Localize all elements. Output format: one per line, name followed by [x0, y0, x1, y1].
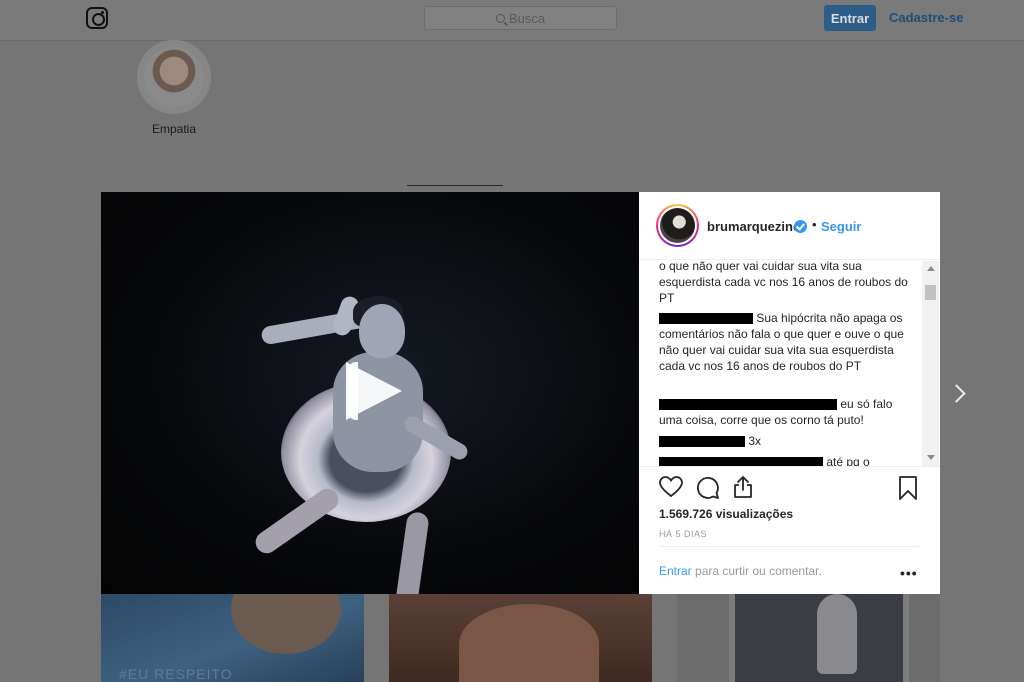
comment-item: eu só falo uma coisa, corre que os corno… — [659, 396, 914, 428]
follow-button[interactable]: Seguir — [821, 219, 861, 234]
thumbnail-image — [459, 604, 599, 682]
grid-thumbnail[interactable] — [677, 594, 940, 682]
thumbnail-figure — [817, 594, 857, 674]
comment-text: o que não quer vai cuidar sua vita sua e… — [659, 261, 908, 305]
redacted-username — [659, 457, 823, 466]
verified-badge-icon — [794, 220, 807, 233]
video-subject — [359, 304, 405, 358]
scroll-up-arrow-icon[interactable] — [927, 266, 935, 271]
play-icon[interactable] — [346, 362, 402, 420]
post-actions: 1.569.726 visualizações HÁ 5 DIAS Entrar… — [639, 466, 940, 594]
scroll-down-arrow-icon[interactable] — [927, 455, 935, 460]
story-highlight-label: Empatia — [151, 122, 197, 136]
login-prompt-text: para curtir ou comentar. — [695, 564, 822, 578]
next-post-arrow-icon[interactable] — [948, 382, 968, 406]
redacted-username — [659, 313, 753, 325]
divider — [659, 546, 919, 547]
comment-item: o que não quer vai cuidar sua vita sua e… — [659, 261, 914, 306]
more-options-icon[interactable]: ••• — [900, 565, 918, 581]
login-prompt: Entrar para curtir ou comentar. — [659, 564, 822, 578]
story-highlight-avatar[interactable] — [137, 40, 211, 114]
comment-item: até pq o — [659, 454, 914, 466]
comment-text: 3x — [748, 434, 762, 448]
comments-list[interactable]: o que não quer vai cuidar sua vita sua e… — [639, 261, 940, 466]
login-prompt-link[interactable]: Entrar — [659, 564, 692, 578]
highlight-image — [144, 47, 204, 107]
posts-tab-indicator — [407, 185, 503, 186]
grid-thumbnail[interactable]: #EU RESPEITO — [101, 594, 364, 682]
comments-scrollbar[interactable] — [922, 261, 939, 466]
comment-item: 3x — [659, 433, 914, 449]
share-icon[interactable] — [731, 475, 755, 499]
comment-text: até pq o — [826, 455, 870, 466]
grid-thumbnail[interactable] — [389, 594, 652, 682]
comment-icon[interactable] — [696, 476, 720, 500]
top-navbar: Busca Entrar Cadastre-se — [0, 0, 1024, 41]
redacted-username — [659, 399, 837, 411]
signup-link[interactable]: Cadastre-se — [889, 10, 963, 25]
heart-icon[interactable] — [659, 476, 683, 498]
search-placeholder: Busca — [508, 10, 546, 26]
redacted-username — [659, 436, 745, 448]
search-input[interactable]: Busca — [424, 6, 617, 30]
separator-dot: • — [812, 217, 817, 232]
post-video[interactable] — [101, 192, 639, 594]
thumbnail-image — [231, 594, 341, 654]
scroll-thumb[interactable] — [925, 285, 936, 300]
search-icon — [495, 13, 505, 23]
bookmark-icon[interactable] — [897, 475, 919, 501]
avatar-image — [658, 206, 697, 245]
post-sidebar: brumarquezine • Seguir o que não quer va… — [639, 192, 940, 594]
login-button[interactable]: Entrar — [824, 5, 876, 31]
thumbnail-caption: #EU RESPEITO — [119, 666, 233, 682]
view-count: 1.569.726 visualizações — [659, 507, 794, 521]
post-modal: brumarquezine • Seguir o que não quer va… — [101, 192, 940, 594]
author-avatar[interactable] — [656, 204, 699, 247]
post-date: HÁ 5 DIAS — [659, 529, 708, 539]
comment-item: Sua hipócrita não apaga os comentários n… — [659, 310, 914, 374]
author-username[interactable]: brumarquezine — [707, 219, 800, 234]
instagram-logo-icon[interactable] — [86, 7, 108, 29]
post-header: brumarquezine • Seguir — [639, 192, 940, 260]
